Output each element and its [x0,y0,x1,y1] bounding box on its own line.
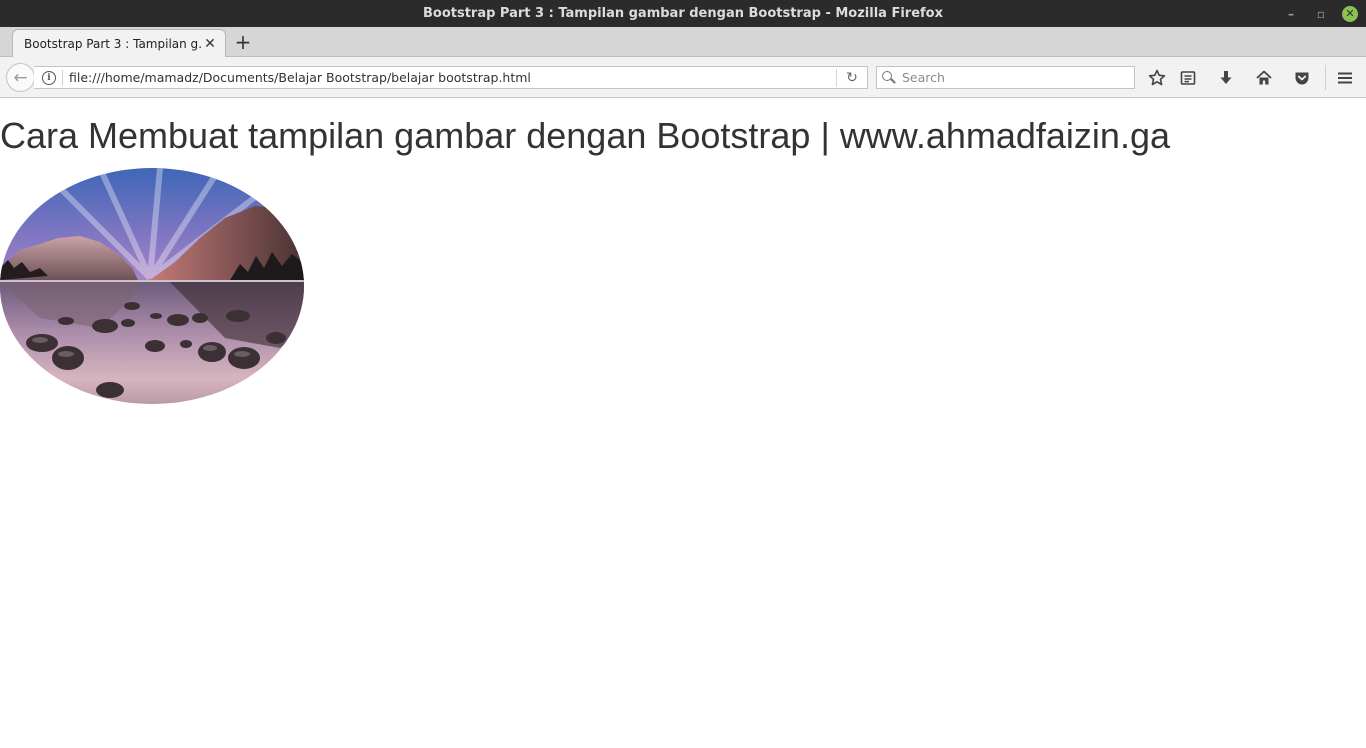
close-window-icon[interactable]: ✕ [1342,5,1358,22]
tab-strip: Bootstrap Part 3 : Tampilan g… ✕ + [0,27,1366,58]
page-heading: Cara Membuat tampilan gambar dengan Boot… [0,115,1170,156]
url-bar[interactable]: i file:///home/mamadz/Documents/Belajar … [34,66,868,89]
restore-icon[interactable]: ▫ [1312,5,1330,23]
search-bar[interactable] [876,66,1135,89]
back-button[interactable]: ← [6,63,35,92]
tab-close-icon[interactable]: ✕ [201,35,219,53]
download-icon[interactable] [1214,66,1238,90]
window-title: Bootstrap Part 3 : Tampilan gambar denga… [422,6,944,21]
tab-active[interactable]: Bootstrap Part 3 : Tampilan g… ✕ [12,29,226,58]
back-arrow-icon: ← [13,67,28,88]
window-controls: – ▫ ✕ [1282,0,1358,27]
page-content: Cara Membuat tampilan gambar dengan Boot… [0,98,1366,748]
tab-label: Bootstrap Part 3 : Tampilan g… [24,37,201,51]
url-text[interactable]: file:///home/mamadz/Documents/Belajar Bo… [69,70,836,85]
menu-icon[interactable] [1333,66,1357,90]
pocket-icon[interactable] [1290,66,1314,90]
search-input[interactable] [902,70,1122,85]
reading-list-icon[interactable] [1176,66,1200,90]
search-icon [882,70,896,85]
site-info-icon[interactable]: i [42,70,56,85]
navigation-toolbar: ← i file:///home/mamadz/Documents/Belaja… [0,57,1366,98]
reload-icon[interactable]: ↻ [837,70,867,86]
url-divider [62,69,63,86]
toolbar-divider [1325,65,1326,90]
new-tab-button[interactable]: + [232,30,254,54]
home-icon[interactable] [1252,66,1276,90]
bookmark-star-icon[interactable] [1145,66,1169,90]
minimize-icon[interactable]: – [1282,5,1300,23]
window-titlebar: Bootstrap Part 3 : Tampilan gambar denga… [0,0,1366,27]
landscape-image [0,168,304,404]
